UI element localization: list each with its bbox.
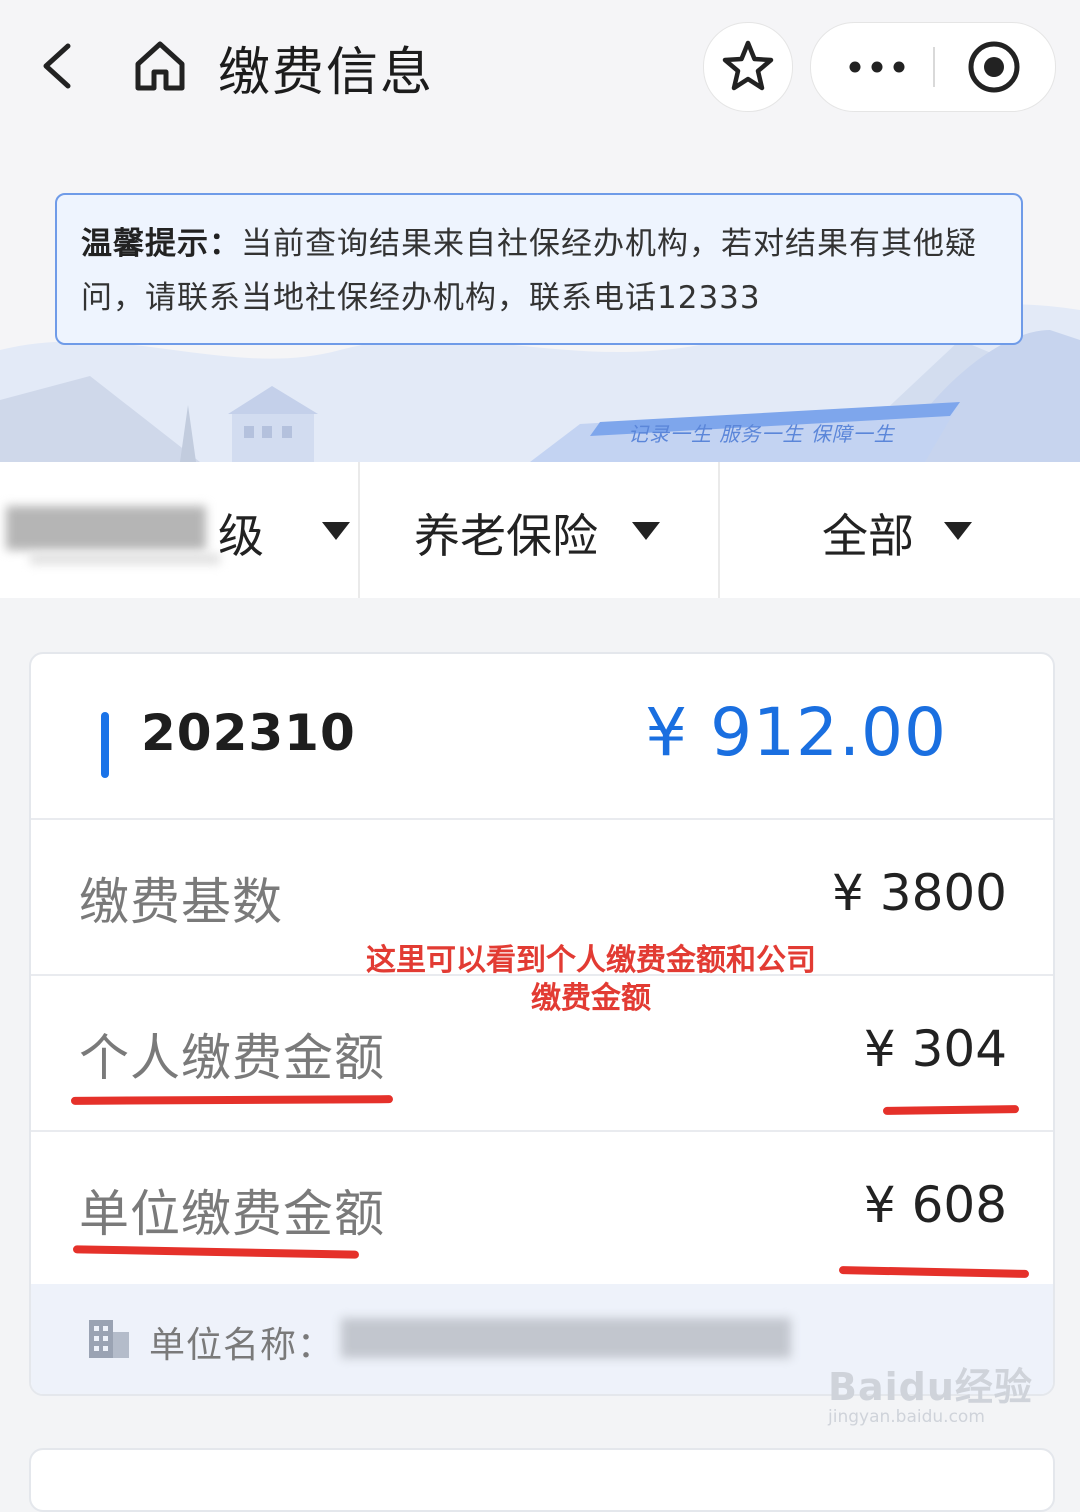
more-button[interactable] — [811, 23, 933, 111]
star-icon — [722, 40, 774, 91]
range-filter-label: 全部 — [822, 509, 914, 563]
more-icon — [849, 61, 905, 73]
record-header: 202310 ¥ 912.00 — [31, 654, 1053, 820]
employer-name-label: 单位名称： — [149, 1325, 335, 1366]
home-icon[interactable] — [132, 38, 188, 94]
insurance-filter[interactable]: 养老保险 — [360, 462, 718, 598]
favorite-button[interactable] — [703, 22, 793, 112]
accent-bar — [101, 712, 109, 778]
watermark: Baidu经验 jingyan.baidu.com — [828, 1356, 1033, 1427]
row-employer-label: 单位缴费金额 — [79, 1185, 385, 1243]
back-icon[interactable] — [36, 40, 88, 92]
redacted-region — [6, 506, 206, 550]
page-title: 缴费信息 — [218, 43, 435, 103]
tip-label: 温馨提示： — [81, 226, 241, 262]
annotation-text: 这里可以看到个人缴费金额和公司 缴费金额 — [331, 942, 851, 1018]
row-personal-value: ¥ 304 — [863, 1020, 1007, 1078]
banner-slogan: 记录一生 服务一生 保障一生 — [628, 422, 895, 446]
building-icon — [89, 1320, 129, 1358]
banner: 温馨提示：当前查询结果来自社保经办机构，若对结果有其他疑问，请联系当地社保经办机… — [0, 140, 1080, 462]
region-filter-label: 级 — [218, 509, 264, 563]
range-filter[interactable]: 全部 — [720, 462, 1080, 598]
region-filter[interactable]: 级 — [0, 462, 358, 598]
watermark-brand: Baidu经验 — [828, 1365, 1033, 1409]
redacted-employer-name — [341, 1318, 791, 1358]
annotation-underline — [70, 1095, 394, 1105]
annotation-line-2: 缴费金额 — [531, 981, 651, 1016]
filter-bar: 级 养老保险 全部 — [0, 462, 1080, 598]
row-base-value: ¥ 3800 — [832, 864, 1007, 922]
chevron-down-icon — [632, 522, 660, 540]
row-base-label: 缴费基数 — [79, 873, 283, 931]
chevron-down-icon — [322, 522, 350, 540]
record-period: 202310 — [141, 704, 356, 762]
chevron-down-icon — [944, 522, 972, 540]
close-button[interactable] — [935, 23, 1055, 111]
top-nav-bar: 缴费信息 — [0, 0, 1080, 140]
close-target-icon — [968, 41, 1020, 93]
row-personal-label: 个人缴费金额 — [79, 1029, 385, 1087]
redacted-region-shadow — [30, 554, 220, 564]
tip-box: 温馨提示：当前查询结果来自社保经办机构，若对结果有其他疑问，请联系当地社保经办机… — [55, 193, 1023, 345]
payment-record-card[interactable]: 202310 ¥ 912.00 缴费基数 ¥ 3800 个人缴费金额 ¥ 304… — [29, 652, 1055, 1396]
mini-program-capsule — [810, 22, 1056, 112]
record-total: ¥ 912.00 — [645, 694, 947, 771]
annotation-line-1: 这里可以看到个人缴费金额和公司 — [366, 943, 816, 978]
next-record-card[interactable] — [29, 1448, 1055, 1512]
insurance-filter-label: 养老保险 — [414, 509, 598, 563]
row-employer-value: ¥ 608 — [863, 1176, 1007, 1234]
row-employer: 单位缴费金额 ¥ 608 — [31, 1130, 1053, 1288]
